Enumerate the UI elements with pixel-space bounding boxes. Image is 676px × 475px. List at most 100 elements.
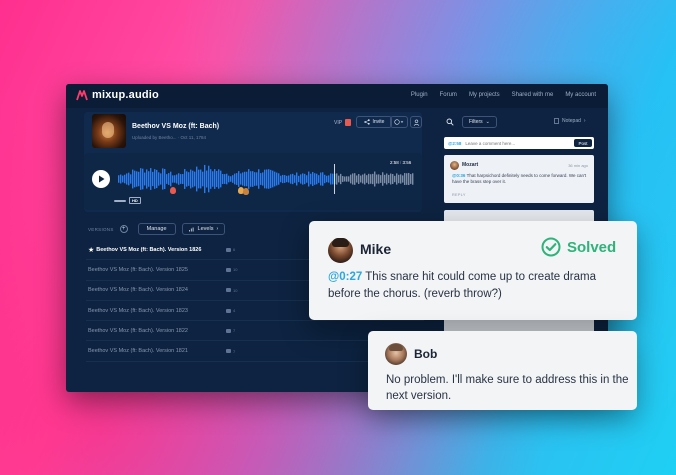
waveform-bar	[382, 172, 384, 186]
waveform[interactable]	[118, 164, 414, 194]
waveform-bar	[404, 173, 406, 185]
waveform-bar	[156, 169, 158, 189]
waveform-bar	[168, 173, 170, 185]
waveform-bar	[296, 172, 298, 186]
comment-marker-icon[interactable]	[243, 188, 249, 195]
waveform-bar	[150, 168, 152, 190]
vip-indicator: VIP	[334, 119, 352, 126]
waveform-bar	[292, 173, 294, 185]
waveform-bar	[142, 168, 144, 190]
waveform-bar	[392, 174, 394, 184]
waveform-bar	[324, 174, 326, 184]
waveform-bar	[410, 174, 412, 184]
waveform-bar	[302, 173, 304, 185]
waveform-bar	[192, 170, 194, 188]
share-icon	[363, 119, 370, 125]
timer-menu-button[interactable]	[390, 116, 408, 128]
waveform-bar	[128, 172, 130, 186]
waveform-bar	[212, 171, 214, 187]
waveform-bar	[288, 175, 290, 183]
waveform-bar	[144, 172, 146, 186]
avatar	[328, 238, 353, 263]
filters-button[interactable]: Filters ⌄	[462, 116, 497, 128]
waveform-bar	[210, 169, 212, 189]
nav-my-account[interactable]: My account	[565, 92, 596, 98]
waveform-bar	[172, 175, 174, 183]
quality-indicator[interactable]: HD	[114, 197, 141, 204]
waveform-bar	[320, 172, 322, 186]
user-settings-button[interactable]	[410, 116, 422, 128]
comment-input-bar[interactable]: @2:58 Post	[444, 137, 594, 149]
waveform-bar	[124, 174, 126, 184]
logo[interactable]: mixup.audio	[76, 89, 159, 101]
manage-button[interactable]: Manage	[137, 223, 176, 235]
solved-label: Solved	[567, 238, 617, 256]
waveform-bar	[306, 175, 308, 183]
waveform-bar	[390, 173, 392, 185]
play-button[interactable]	[92, 170, 110, 188]
avatar	[450, 161, 459, 170]
waveform-bar	[230, 176, 232, 182]
waveform-bar	[284, 175, 286, 183]
comment-bubble-icon	[226, 267, 231, 272]
waveform-bar	[406, 173, 408, 185]
track-subtitle: Uploaded by Beetho... · Oct 11, 1784	[132, 135, 206, 140]
waveform-bar	[222, 174, 224, 184]
waveform-bar	[338, 175, 340, 183]
waveform-bar	[274, 171, 276, 187]
waveform-bar	[226, 173, 228, 185]
logo-text: mixup.audio	[92, 89, 159, 101]
waveform-bar	[368, 173, 370, 185]
comment-input[interactable]	[465, 140, 558, 146]
solved-badge[interactable]: Solved	[541, 237, 616, 257]
waveform-bar	[214, 169, 216, 189]
waveform-bar	[152, 171, 154, 187]
search-icon[interactable]	[446, 118, 454, 126]
star-icon: ★	[88, 246, 95, 254]
play-icon	[98, 175, 104, 183]
invite-button[interactable]: Invite	[356, 116, 392, 128]
comment-author: Bob	[414, 347, 438, 361]
chevron-right-icon: ›	[583, 118, 586, 124]
waveform-bar	[358, 174, 360, 184]
waveform-bar	[340, 173, 342, 185]
waveform-bar	[378, 174, 380, 184]
comment-timestamp[interactable]: @0:27	[328, 271, 362, 283]
levels-button[interactable]: Levels ›	[181, 223, 226, 235]
waveform-bar	[234, 173, 236, 185]
post-button[interactable]: Post	[574, 139, 592, 147]
notepad-link[interactable]: Notepad ›	[554, 118, 586, 124]
waveform-bar	[326, 175, 328, 183]
playhead[interactable]	[334, 164, 335, 194]
waveform-bar	[186, 171, 188, 187]
nav-forum[interactable]: Forum	[440, 92, 457, 98]
waveform-bar	[370, 174, 372, 184]
comment-timestamp[interactable]: @0:36	[452, 173, 465, 178]
comment-marker-icon[interactable]	[170, 187, 176, 194]
waveform-bar	[136, 171, 138, 187]
waveform-bar	[328, 175, 330, 183]
reply-link[interactable]: REPLY	[452, 193, 466, 197]
comment-bubble-icon	[226, 247, 231, 252]
waveform-bar	[294, 175, 296, 183]
waveform-bar	[374, 171, 376, 187]
nav-plugin[interactable]: Plugin	[411, 92, 428, 98]
waveform-bar	[400, 174, 402, 184]
waveform-bar	[174, 175, 176, 183]
add-version-button[interactable]: +	[119, 225, 128, 233]
vip-label: VIP	[334, 119, 343, 126]
notepad-label: Notepad	[562, 118, 581, 124]
waveform-bar	[346, 176, 348, 182]
volume-bar[interactable]	[114, 199, 126, 202]
waveform-bar	[258, 169, 260, 189]
waveform-bar	[154, 169, 156, 189]
nav-shared-with-me[interactable]: Shared with me	[512, 92, 554, 98]
waveform-bar	[240, 173, 242, 185]
waveform-bar	[268, 169, 270, 189]
filters-label: Filters	[469, 119, 483, 125]
waveform-bar	[126, 173, 128, 185]
nav-my-projects[interactable]: My projects	[469, 92, 500, 98]
waveform-bar	[352, 173, 354, 185]
waveform-bar	[280, 175, 282, 183]
waveform-bar	[162, 168, 164, 190]
